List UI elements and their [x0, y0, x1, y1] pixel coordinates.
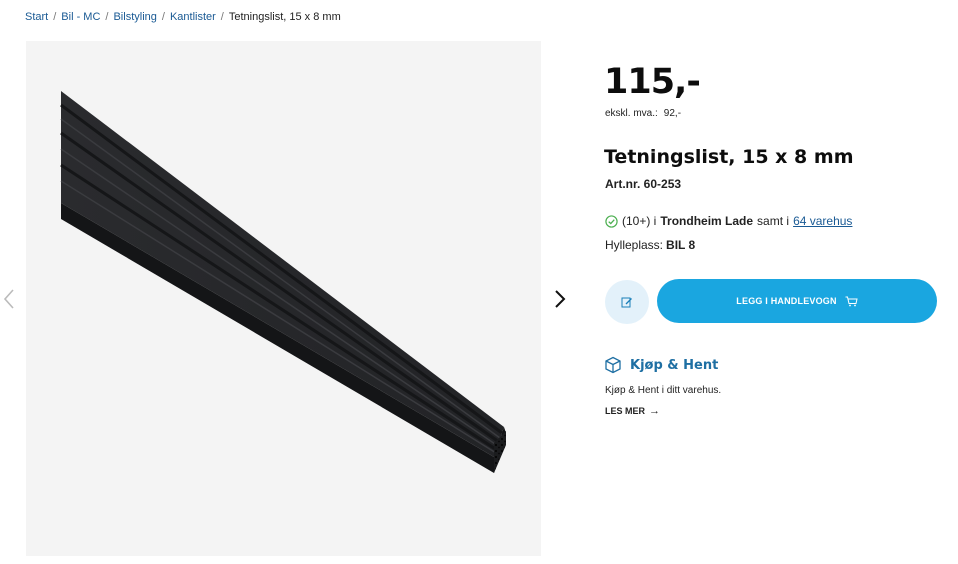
breadcrumb-separator: / — [220, 11, 224, 23]
shelf-label: Hylleplass: — [605, 238, 664, 252]
cart-icon — [845, 296, 858, 306]
arrow-right-icon: → — [649, 405, 661, 417]
breadcrumb-kantlister[interactable]: Kantlister — [170, 11, 216, 23]
check-circle-icon — [605, 214, 618, 228]
breadcrumb: Start / Bil - MC / Bilstyling / Kantlist… — [25, 11, 341, 23]
breadcrumb-bilstyling[interactable]: Bilstyling — [113, 11, 156, 23]
chevron-left-icon[interactable] — [2, 288, 16, 310]
breadcrumb-separator: / — [161, 11, 165, 23]
ex-vat-value: 92,- — [663, 108, 682, 119]
breadcrumb-current: Tetningslist, 15 x 8 mm — [228, 11, 341, 23]
shelf-value: BIL 8 — [666, 238, 696, 252]
price-ex-vat: ekskl. mva.: 92,- — [605, 108, 681, 119]
chevron-right-icon[interactable] — [552, 288, 568, 310]
click-collect-description: Kjøp & Hent i ditt varehus. — [605, 385, 722, 396]
add-note-button[interactable] — [605, 280, 649, 324]
product-image — [26, 41, 541, 556]
stock-status: (10+) i Trondheim Lade samt i 64 varehus — [605, 214, 852, 228]
click-collect-title: Kjøp & Hent — [630, 357, 719, 373]
edit-note-icon — [621, 297, 632, 308]
click-collect-heading: Kjøp & Hent — [604, 356, 718, 374]
product-price: 115,- — [604, 62, 701, 102]
stock-store: Trondheim Lade — [660, 214, 754, 228]
breadcrumb-separator: / — [53, 11, 57, 23]
other-stores-link[interactable]: 64 varehus — [793, 214, 852, 228]
stock-middle-text: samt i — [757, 214, 790, 228]
box-icon — [605, 356, 621, 374]
article-number: Art.nr. 60-253 — [605, 177, 682, 191]
product-title: Tetningslist, 15 x 8 mm — [604, 146, 854, 168]
add-to-cart-label: LEGG I HANDLEVOGN — [736, 296, 837, 306]
stock-count: (10+) i — [622, 214, 657, 228]
read-more-link[interactable]: LES MER → — [605, 405, 660, 417]
add-to-cart-button[interactable]: LEGG I HANDLEVOGN — [657, 279, 937, 323]
shelf-location: Hylleplass: BIL 8 — [605, 238, 695, 252]
breadcrumb-bil-mc[interactable]: Bil - MC — [61, 11, 100, 23]
ex-vat-label: ekskl. mva.: — [605, 108, 658, 119]
breadcrumb-start[interactable]: Start — [25, 11, 48, 23]
read-more-label: LES MER — [605, 406, 646, 416]
breadcrumb-separator: / — [105, 11, 109, 23]
